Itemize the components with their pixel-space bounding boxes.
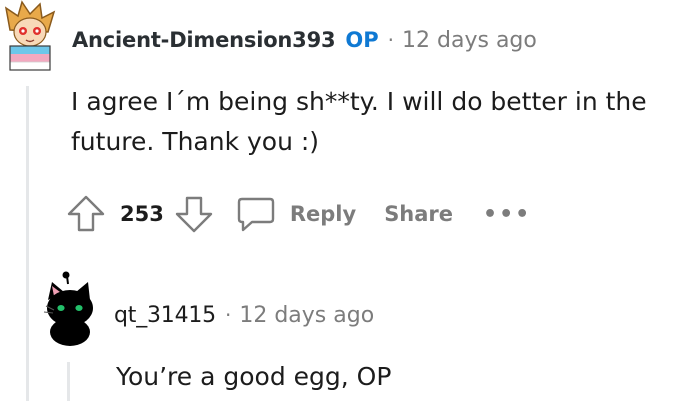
comment-header: Ancient-Dimension393 OP · 12 days ago [72, 28, 537, 53]
separator-dot: · [387, 28, 395, 52]
cartoon-character-avatar-icon[interactable] [0, 0, 56, 74]
reply-label: Reply [289, 202, 357, 226]
chat-bubble-icon [236, 195, 276, 233]
share-button[interactable]: Share [384, 202, 453, 226]
reply-timestamp[interactable]: 12 days ago [239, 303, 374, 328]
vote-score: 253 [120, 202, 164, 226]
thread-line[interactable] [26, 86, 29, 401]
reply-body: You’re a good egg, OP [116, 362, 392, 391]
reply-header: qt_31415 · 12 days ago [114, 303, 374, 328]
thread-line[interactable] [67, 362, 70, 401]
reply-button[interactable]: Reply [236, 195, 356, 233]
comment-timestamp[interactable]: 12 days ago [402, 28, 537, 53]
downvote-arrow-icon[interactable] [174, 194, 214, 234]
comment-action-bar: 253 Reply Share ••• [66, 190, 531, 238]
upvote-arrow-icon[interactable] [66, 194, 106, 234]
reply-author[interactable]: qt_31415 [114, 303, 216, 328]
comment-author[interactable]: Ancient-Dimension393 [72, 28, 336, 52]
more-options-icon[interactable]: ••• [483, 202, 531, 227]
separator-dot: · [224, 303, 232, 327]
black-cat-avatar-icon[interactable] [40, 270, 102, 346]
comment-body: I agree I´m being sh**ty. I will do bett… [71, 87, 647, 156]
op-badge: OP [345, 28, 379, 52]
